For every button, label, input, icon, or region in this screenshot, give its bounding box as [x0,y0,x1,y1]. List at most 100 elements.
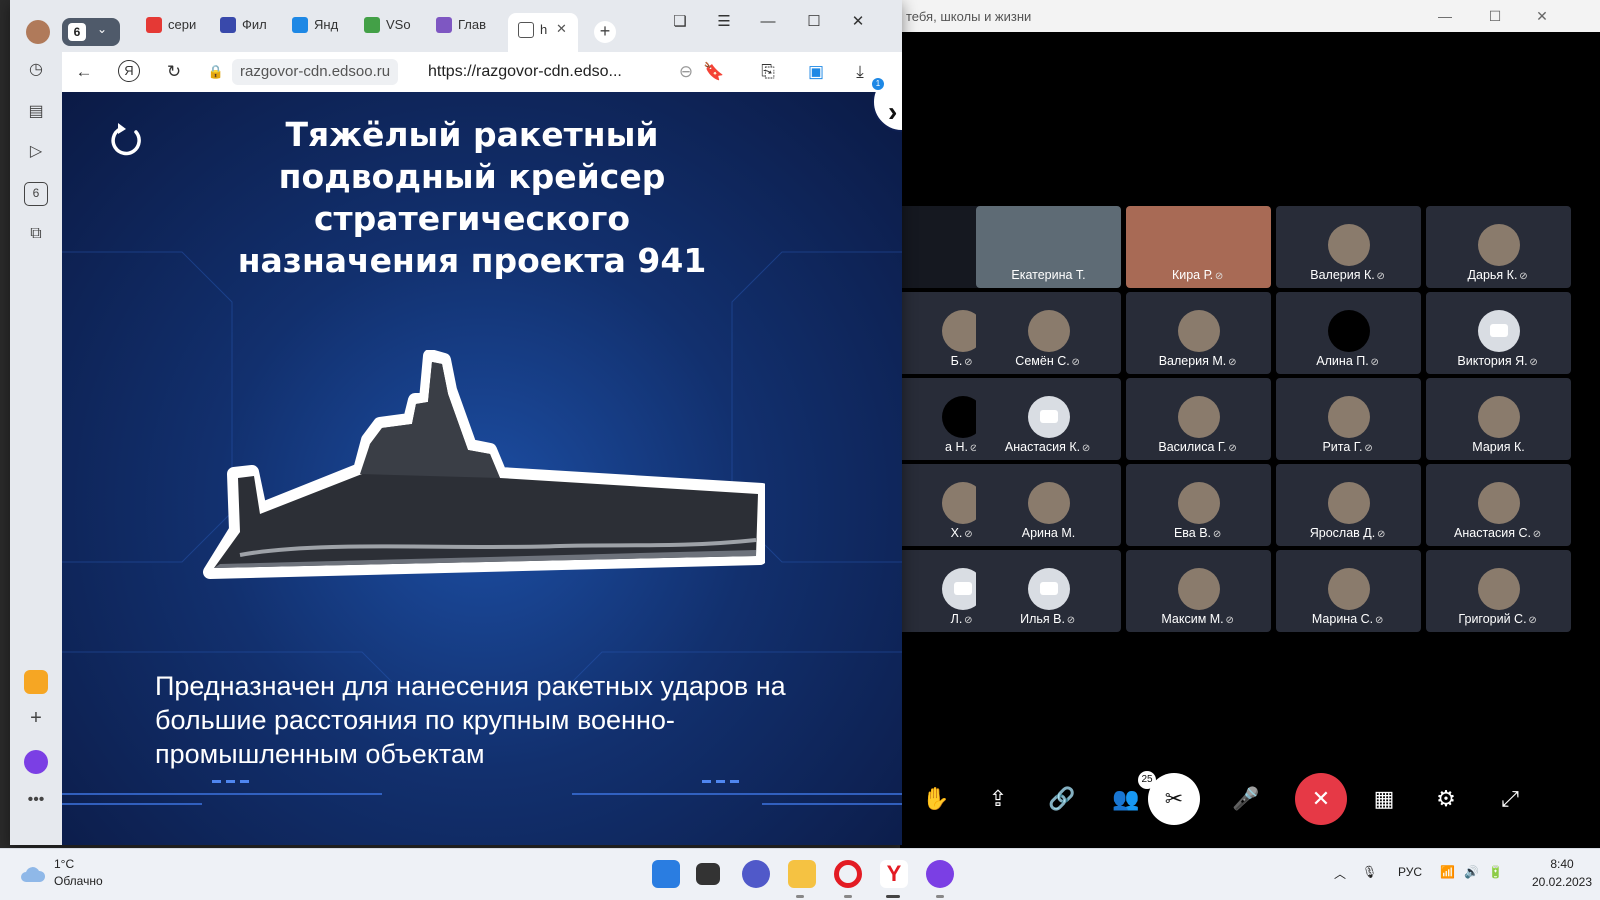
maximize-icon[interactable]: ☐ [1485,6,1505,26]
new-tab-button[interactable]: + [594,21,616,43]
tab-1[interactable]: сери [146,16,216,48]
link-icon[interactable]: 🔗 [1036,773,1088,825]
add-icon[interactable]: + [24,706,48,730]
participant-name-text: Екатерина Т. [1011,268,1086,282]
clock-date[interactable]: 20.02.2023 [1524,875,1600,889]
participant-tile[interactable]: Анастасия К. ⊘ [976,378,1121,460]
participant-tile[interactable]: Максим М. ⊘ [1126,550,1271,632]
yandex-icon[interactable]: Я [118,60,140,82]
downloads-badge: 1 [872,78,884,90]
participant-name: Валерия К. ⊘ [1276,268,1421,282]
weather-temperature[interactable]: 1°C [54,857,74,871]
reload-icon[interactable] [106,120,146,160]
avatar [1327,310,1370,352]
collections-icon[interactable]: ▤ [24,100,48,124]
participant-tile[interactable]: Виктория Я. ⊘ [1426,292,1571,374]
downloads-icon[interactable]: ⤓ [848,60,872,84]
close-tab-icon[interactable]: ✕ [556,21,567,37]
participant-tile[interactable]: Семён С. ⊘ [976,292,1121,374]
tab-count-button[interactable]: 6 ⌄ [62,18,120,46]
play-icon[interactable]: ▷ [24,140,48,164]
battery-icon[interactable]: 🔋 [1488,865,1503,879]
participant-tile[interactable]: Анастасия С. ⊘ [1426,464,1571,546]
bookmark-icon[interactable]: 🔖 [702,60,726,84]
maximize-icon[interactable]: ☐ [800,10,828,34]
participant-tile[interactable]: Кира Р. ⊘ [1126,206,1271,288]
task-view-icon[interactable] [696,863,720,885]
more-icon[interactable]: ••• [24,788,48,812]
menu-icon[interactable]: ☰ [710,10,738,34]
opera-icon[interactable] [834,860,862,888]
participant-tile[interactable]: Ярослав Д. ⊘ [1276,464,1421,546]
url-field[interactable]: https://razgovor-cdn.edso... [428,63,622,81]
language-indicator[interactable]: РУС [1398,865,1422,879]
chat-icon[interactable] [742,860,770,888]
weather-description[interactable]: Облачно [54,874,103,888]
participant-tile[interactable]: Арина М. [976,464,1121,546]
participant-name: Валерия М. ⊘ [1126,354,1271,368]
microphone-button[interactable]: 🎤 [1220,773,1272,825]
participant-tile[interactable]: Алина П. ⊘ [1276,292,1421,374]
tab-active[interactable]: h ✕ [508,13,578,52]
camera-off-button[interactable]: ✂ [1148,773,1200,825]
mic-muted-icon: ⊘ [1528,615,1537,626]
participant-tile[interactable]: Илья В. ⊘ [976,550,1121,632]
participant-tile[interactable]: Ева В. ⊘ [1126,464,1271,546]
avatar [1477,482,1520,524]
reload-icon[interactable]: ↻ [162,60,186,84]
tab-2[interactable]: Фил [220,16,290,48]
domain-pill[interactable]: razgovor-cdn.edsoo.ru [232,59,399,85]
participant-tile[interactable]: Григорий С. ⊘ [1426,550,1571,632]
close-icon[interactable]: ✕ [844,10,872,34]
close-icon[interactable]: ✕ [1532,6,1552,26]
conference-toolbar: ✋ ⇪ 🔗 👥 25 ✂ 🎤 ✕ ▦ ⚙ ⤢ [900,765,1600,835]
mail-icon[interactable] [24,670,48,694]
chevron-up-icon[interactable]: ︿ [1334,865,1346,882]
minimize-icon[interactable]: — [1435,6,1455,26]
fullscreen-icon[interactable]: ⤢ [1484,773,1536,825]
profile-avatar[interactable] [26,20,50,44]
screenshot-icon[interactable]: ⧉ [24,222,48,246]
translate-icon[interactable]: ⊖ [674,60,698,84]
sidebar-tabs-badge[interactable]: 6 [24,182,48,206]
participant-tile[interactable]: Дарья К. ⊘ [1426,206,1571,288]
history-icon[interactable]: ◷ [24,58,48,82]
participant-tile[interactable]: Валерия К. ⊘ [1276,206,1421,288]
participant-tile[interactable]: Мария К. [1426,378,1571,460]
extension-icon[interactable]: ▣ [804,60,828,84]
mic-muted-icon: ⊘ [1377,529,1386,540]
tab-favicon [364,16,380,33]
alice-icon[interactable] [926,860,954,888]
microphone-icon[interactable]: 🎙 [1362,865,1377,879]
participant-name: Дарья К. ⊘ [1426,268,1571,282]
tab-5[interactable]: Глав [436,16,506,48]
active-indicator [886,895,900,898]
settings-icon[interactable]: ⚙ [1420,773,1472,825]
start-icon[interactable] [652,860,680,888]
clock-time[interactable]: 8:40 [1530,857,1594,871]
file-explorer-icon[interactable] [788,860,816,888]
yandex-browser-icon[interactable]: Y [880,860,908,888]
collections-icon[interactable]: ❏ [666,10,694,34]
participant-tile[interactable]: Марина С. ⊘ [1276,550,1421,632]
participant-tile[interactable]: Валерия М. ⊘ [1126,292,1271,374]
volume-icon[interactable]: 🔊 [1464,865,1479,879]
mic-muted-icon: ⊘ [1376,271,1385,282]
participant-name-text: Ярослав Д. [1309,526,1376,540]
alice-icon[interactable] [24,750,48,774]
participant-tile[interactable]: Рита Г. ⊘ [1276,378,1421,460]
conference-titlebar: тебя, школы и жизни — ☐ ✕ [900,0,1600,32]
share-screen-icon[interactable]: ⇪ [972,773,1024,825]
reader-icon[interactable]: ⎘ [756,60,780,84]
tab-3[interactable]: Янд [292,16,362,48]
participant-tile[interactable]: Екатерина Т. [976,206,1121,288]
participant-tile[interactable]: Василиса Г. ⊘ [1126,378,1271,460]
end-call-button[interactable]: ✕ [1295,773,1347,825]
raise-hand-icon[interactable]: ✋ [910,773,962,825]
cloud-icon[interactable] [20,865,46,883]
minimize-icon[interactable]: — [754,10,782,34]
back-icon[interactable]: ← [72,60,96,84]
wifi-icon[interactable]: 📶 [1440,865,1455,879]
tab-4[interactable]: VSo [364,16,434,48]
layout-icon[interactable]: ▦ [1358,773,1410,825]
